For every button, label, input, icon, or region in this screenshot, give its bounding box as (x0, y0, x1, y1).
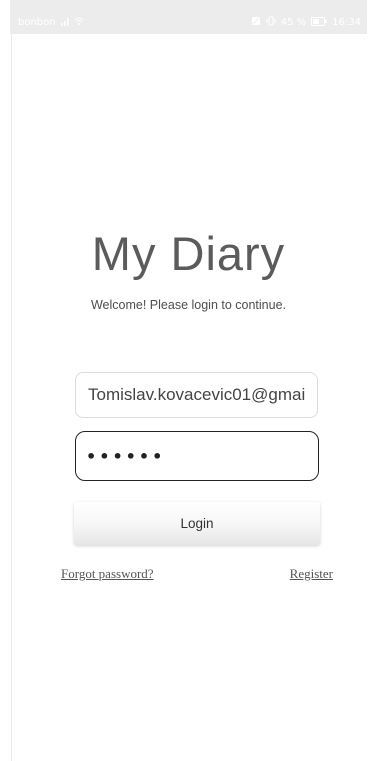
wifi-icon (74, 16, 84, 29)
email-field[interactable] (75, 372, 318, 418)
vibrate-icon (266, 16, 276, 29)
status-right: 45 % 16:34 (251, 16, 361, 29)
forgot-password-link[interactable]: Forgot password? (61, 566, 154, 582)
status-left: bonbon (18, 16, 84, 29)
login-button[interactable]: Login (74, 502, 320, 545)
login-screen: My Diary Welcome! Please login to contin… (10, 34, 367, 761)
battery-icon (311, 16, 327, 29)
status-time: 16:34 (332, 17, 361, 28)
register-link[interactable]: Register (290, 566, 333, 582)
app-title: My Diary (91, 227, 286, 280)
battery-percent: 45 % (280, 17, 307, 28)
status-bar: bonbon 45 % 16:34 (10, 0, 367, 34)
password-field[interactable] (75, 431, 319, 481)
nfc-icon (251, 16, 261, 29)
signal-icon (60, 16, 70, 29)
carrier-name: bonbon (18, 17, 56, 28)
welcome-subtitle: Welcome! Please login to continue. (90, 298, 287, 312)
